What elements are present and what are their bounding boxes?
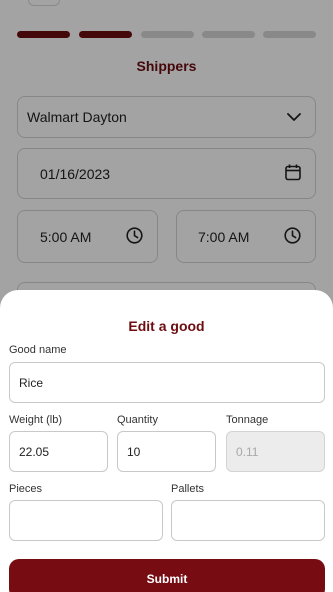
- submit-button[interactable]: Submit: [9, 559, 325, 592]
- quantity-input[interactable]: 10: [117, 431, 216, 472]
- weight-value: 22.05: [19, 444, 50, 459]
- pallets-label: Pallets: [171, 483, 205, 495]
- quantity-label: Quantity: [117, 414, 158, 426]
- good-name-value: Rice: [19, 375, 44, 390]
- good-name-label: Good name: [9, 344, 67, 356]
- pieces-input[interactable]: [9, 500, 163, 541]
- weight-label: Weight (lb): [9, 414, 62, 426]
- weight-input[interactable]: 22.05: [9, 431, 108, 472]
- tonnage-input: 0.11: [226, 431, 325, 472]
- sheet-title: Edit a good: [128, 318, 205, 334]
- tonnage-label: Tonnage: [226, 414, 269, 426]
- good-name-input[interactable]: Rice: [9, 362, 325, 403]
- quantity-value: 10: [127, 444, 141, 459]
- edit-good-sheet: Edit a good Good name Rice Weight (lb) 2…: [0, 290, 333, 592]
- tonnage-value: 0.11: [236, 444, 259, 459]
- pallets-input[interactable]: [171, 500, 325, 541]
- pieces-label: Pieces: [9, 483, 43, 495]
